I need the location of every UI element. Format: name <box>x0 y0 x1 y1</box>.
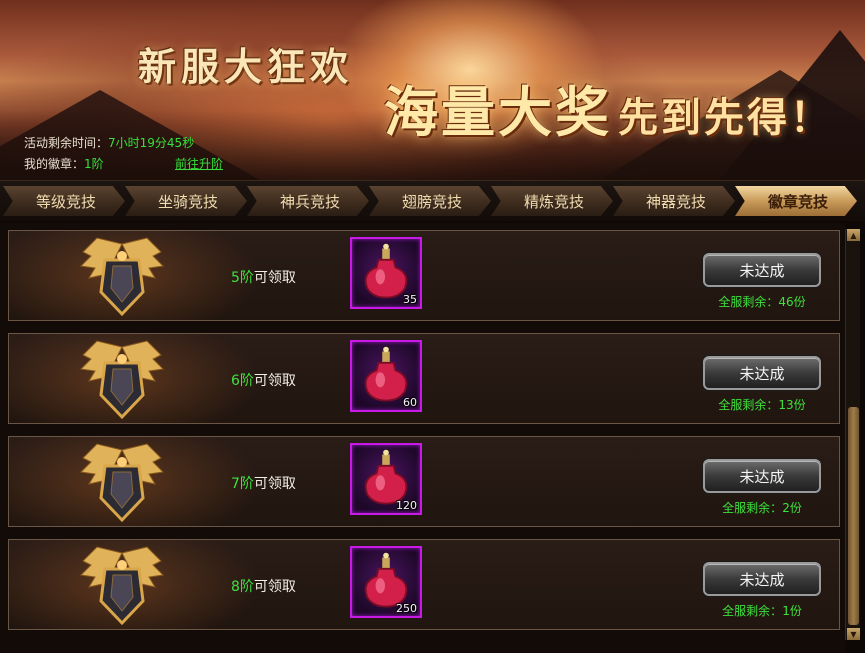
reward-requirement: 6阶可领取 <box>231 370 296 390</box>
banner-slogan-big: 海量大奖 <box>384 80 612 144</box>
remain-label: 全服剩余： <box>718 398 779 412</box>
reward-row: 6阶可领取 60 未达成 全服剩余：13份 <box>8 333 840 424</box>
not-achieved-button[interactable]: 未达成 <box>703 562 821 596</box>
reward-requirement: 7阶可领取 <box>231 473 296 493</box>
reward-requirement: 8阶可领取 <box>231 576 296 596</box>
server-remaining: 全服剩余：1份 <box>699 602 825 619</box>
server-remaining: 全服剩余：13份 <box>699 396 825 413</box>
reward-row: 5阶可领取 35 未达成 全服剩余：46份 <box>8 230 840 321</box>
badge-label: 我的徽章： <box>24 157 85 171</box>
server-remaining: 全服剩余：46份 <box>699 293 825 310</box>
required-level: 8阶 <box>231 579 254 595</box>
tab-wings[interactable]: 翅膀竞技 <box>369 186 491 216</box>
reward-item-slot[interactable]: 250 <box>350 546 422 618</box>
item-quantity: 120 <box>396 499 417 512</box>
banner-slogan-small: 先到先得！ <box>618 94 833 141</box>
event-time-remaining: 活动剩余时间：7小时19分45秒 <box>24 134 194 151</box>
reward-item-slot[interactable]: 35 <box>350 237 422 309</box>
required-level: 5阶 <box>231 270 254 286</box>
tab-artifact[interactable]: 神器竞技 <box>613 186 735 216</box>
claim-text: 可领取 <box>253 373 296 389</box>
item-quantity: 250 <box>396 602 417 615</box>
reward-row: 7阶可领取 120 未达成 全服剩余：2份 <box>8 436 840 527</box>
server-remaining: 全服剩余：2份 <box>699 499 825 516</box>
reward-list: 5阶可领取 35 未达成 全服剩余：46份 6阶可领取 60 未达成 全服剩余：… <box>0 223 845 653</box>
triangle-down-icon[interactable]: ▼ <box>847 628 860 640</box>
remain-value: 1份 <box>782 604 802 618</box>
tab-weapon[interactable]: 神兵竞技 <box>247 186 369 216</box>
triangle-up-icon[interactable]: ▲ <box>847 229 860 241</box>
reward-item-slot[interactable]: 60 <box>350 340 422 412</box>
item-quantity: 35 <box>403 293 417 306</box>
reward-row: 8阶可领取 250 未达成 全服剩余：1份 <box>8 539 840 630</box>
event-banner: 新服大狂欢 海量大奖 先到先得！ 活动剩余时间：7小时19分45秒 我的徽章：1… <box>0 0 865 180</box>
remain-value: 13份 <box>778 398 806 412</box>
category-tab-bar: 等级竞技 坐骑竞技 神兵竞技 翅膀竞技 精炼竞技 神器竞技 徽章竞技 <box>0 180 865 221</box>
not-achieved-button[interactable]: 未达成 <box>703 459 821 493</box>
remain-value: 46份 <box>778 295 806 309</box>
list-scrollbar[interactable]: ▲ ▼ <box>845 229 860 640</box>
claim-text: 可领取 <box>253 270 296 286</box>
tab-mount[interactable]: 坐骑竞技 <box>125 186 247 216</box>
item-quantity: 60 <box>403 396 417 409</box>
remain-label: 全服剩余： <box>722 604 783 618</box>
remain-value: 2份 <box>782 501 802 515</box>
go-upgrade-link[interactable]: 前往升阶 <box>175 155 223 172</box>
scrollbar-thumb[interactable] <box>848 407 859 625</box>
tab-badge[interactable]: 徽章竞技 <box>735 186 857 216</box>
winged-badge-icon <box>79 546 165 626</box>
reward-item-slot[interactable]: 120 <box>350 443 422 515</box>
required-level: 7阶 <box>231 476 254 492</box>
remain-label: 全服剩余： <box>722 501 783 515</box>
remain-label: 全服剩余： <box>718 295 779 309</box>
badge-value: 1阶 <box>84 157 104 171</box>
time-value: 7小时19分45秒 <box>108 136 195 150</box>
banner-title-main: 新服大狂欢 <box>138 44 354 89</box>
reward-requirement: 5阶可领取 <box>231 267 296 287</box>
not-achieved-button[interactable]: 未达成 <box>703 253 821 287</box>
winged-badge-icon <box>79 443 165 523</box>
my-badge-level: 我的徽章：1阶 <box>24 155 104 172</box>
claim-text: 可领取 <box>253 579 296 595</box>
tab-refine[interactable]: 精炼竞技 <box>491 186 613 216</box>
claim-text: 可领取 <box>253 476 296 492</box>
banner-slogan: 海量大奖 先到先得！ <box>384 68 833 147</box>
time-label: 活动剩余时间： <box>24 136 109 150</box>
winged-badge-icon <box>79 340 165 420</box>
required-level: 6阶 <box>231 373 254 389</box>
winged-badge-icon <box>79 237 165 317</box>
not-achieved-button[interactable]: 未达成 <box>703 356 821 390</box>
tab-level[interactable]: 等级竞技 <box>3 186 125 216</box>
